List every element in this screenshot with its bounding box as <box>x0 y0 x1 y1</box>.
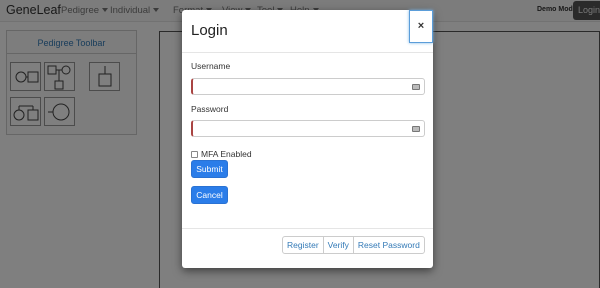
submit-button[interactable]: Submit <box>191 160 228 178</box>
password-label: Password <box>191 104 229 114</box>
mfa-label: MFA Enabled <box>201 149 252 159</box>
register-button[interactable]: Register <box>282 236 324 254</box>
close-button[interactable]: × <box>409 10 433 43</box>
keyboard-icon <box>412 126 420 132</box>
footer-button-group: Register Verify Reset Password <box>282 236 425 254</box>
modal-title: Login <box>191 22 228 39</box>
password-input[interactable] <box>191 120 425 137</box>
username-input[interactable] <box>191 78 425 95</box>
mfa-checkbox-row[interactable]: MFA Enabled <box>191 149 252 159</box>
modal-footer-divider <box>182 228 433 229</box>
verify-button[interactable]: Verify <box>322 236 354 254</box>
cancel-button[interactable]: Cancel <box>191 186 228 204</box>
keyboard-icon <box>412 84 420 90</box>
login-modal: Login × Username Password MFA Enabled Su… <box>182 10 433 268</box>
reset-password-button[interactable]: Reset Password <box>352 236 425 254</box>
mfa-checkbox[interactable] <box>191 151 198 158</box>
modal-header-divider <box>182 52 433 53</box>
username-label: Username <box>191 61 231 71</box>
